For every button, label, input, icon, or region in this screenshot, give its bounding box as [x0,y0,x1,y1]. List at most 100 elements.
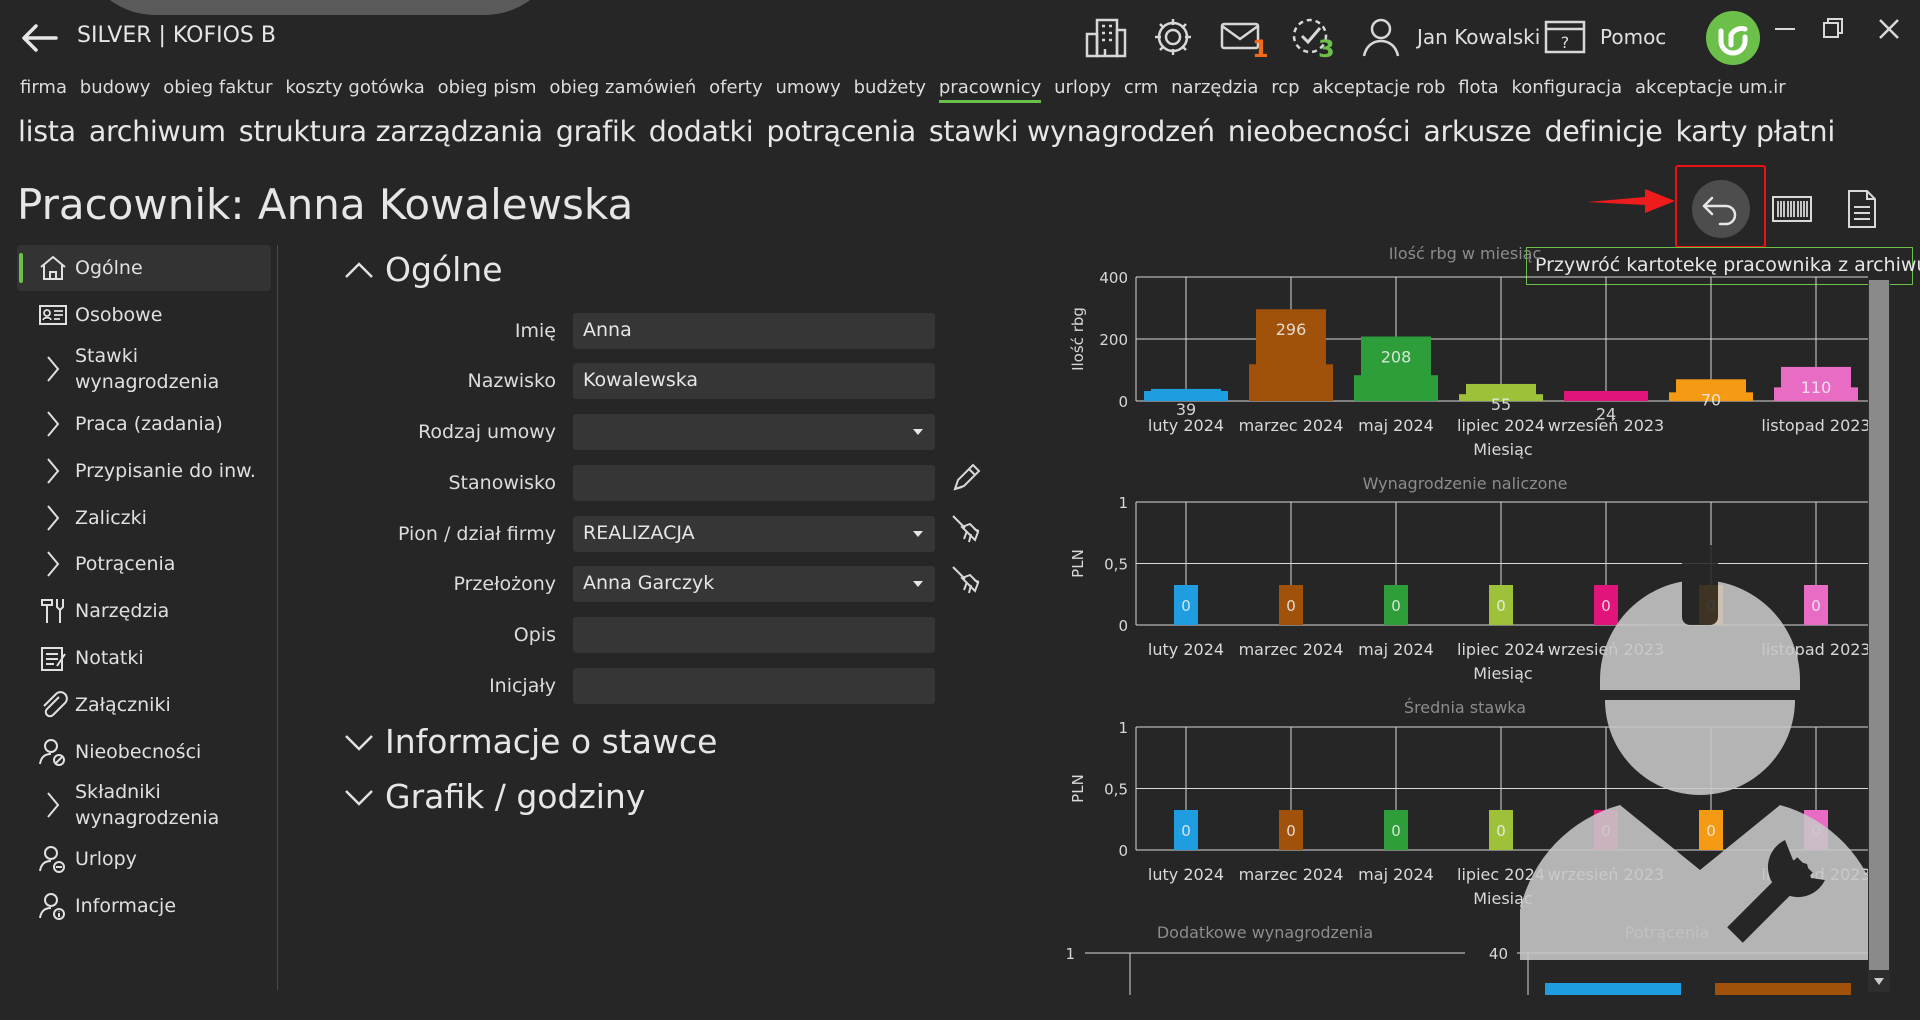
sidebar-item[interactable]: Stawki wynagrodzenia [17,341,271,397]
sub-menu-item[interactable]: arkusze [1423,115,1531,148]
restore-from-archive-button[interactable] [1692,180,1750,238]
sub-menu-item[interactable]: stawki wynagrodzeń [929,115,1215,148]
sidebar-item[interactable]: Nieobecności [17,731,271,773]
chart-bar [1715,983,1851,995]
dropdown-caret-icon [913,429,923,435]
sub-menu-item[interactable]: lista [18,115,76,148]
sidebar-item[interactable]: Zaliczki [17,497,271,539]
y-tick-label: 400 [1099,269,1128,287]
sub-menu-item[interactable]: potrącenia [766,115,916,148]
sidebar-item[interactable]: Urlopy [17,838,271,880]
main-menu-item[interactable]: koszty gotówka [285,77,424,103]
main-menu-item[interactable]: crm [1124,77,1159,103]
gear-icon[interactable] [1150,14,1196,60]
clear-broom-icon-2[interactable] [949,563,983,597]
main-menu-item[interactable]: rcp [1271,77,1299,103]
chart-title: Wynagrodzenie naliczone [1363,474,1568,493]
charts-scrollbar[interactable] [1868,280,1890,992]
help-icon[interactable]: ? [1542,14,1588,60]
user-icon[interactable] [1358,14,1404,60]
chart-title: Potrącenia [1625,923,1710,942]
main-menu-item[interactable]: budowy [80,77,151,103]
sub-menu-item[interactable]: dodatki [649,115,754,148]
sub-menu-item[interactable]: grafik [556,115,636,148]
sidebar-item-label: Urlopy [75,848,137,870]
main-menu-item[interactable]: obieg zamówień [549,77,696,103]
sidebar-item[interactable]: Osobowe [17,294,271,336]
sub-menu-item[interactable]: karty płatni [1675,115,1835,148]
main-menu-item[interactable]: narzędzia [1171,77,1258,103]
close-icon[interactable] [1874,14,1904,44]
field-label: Imię [514,320,556,342]
edit-pencil-icon[interactable] [949,461,983,495]
contract-type-select[interactable] [573,414,935,450]
sidebar-item[interactable]: Potrącenia [17,543,271,585]
section-schedule-header[interactable]: Grafik / godziny [343,777,645,816]
main-menu-item[interactable]: budżety [854,77,927,103]
sidebar-item[interactable]: Składniki wynagrodzenia [17,777,271,833]
sidebar-item[interactable]: Ogólne [17,245,271,291]
buildings-icon[interactable] [1083,14,1129,60]
y-tick-label: 1 [1118,494,1128,512]
sub-menu-item[interactable]: archiwum [89,115,226,148]
main-menu-item[interactable]: konfiguracja [1511,77,1622,103]
sidebar-item[interactable]: Notatki [17,637,271,679]
y-tick-label: 40 [1489,945,1508,963]
sidebar-item[interactable]: Informacje [17,885,271,927]
back-arrow-icon[interactable] [20,20,60,56]
chart-title: Dodatkowe wynagrodzenia [1157,923,1373,942]
last-name-field[interactable]: Kowalewska [573,363,935,399]
main-menu-item[interactable]: akceptacje rob [1312,77,1445,103]
initials-field[interactable] [573,668,935,704]
clear-broom-icon[interactable] [949,512,983,546]
chevron-right-icon [47,356,60,382]
sub-menu-item[interactable]: nieobecności [1228,115,1411,148]
supervisor-select[interactable]: Anna Garczyk [573,566,935,602]
user-name[interactable]: Jan Kowalski [1417,25,1540,49]
dropdown-caret-icon [913,581,923,587]
main-menu-item[interactable]: akceptacje um.ir [1635,77,1786,103]
main-menu-item[interactable]: urlopy [1054,77,1111,103]
main-menu-item[interactable]: obieg faktur [163,77,272,103]
field-label: Opis [513,624,556,646]
field-label: Pion / dział firmy [397,523,556,545]
chevron-down-icon [345,734,373,751]
barcode-icon[interactable] [1770,187,1814,231]
data-label: 0 [1181,822,1191,840]
document-icon[interactable] [1840,187,1884,231]
first-name-field[interactable]: Anna [573,313,935,349]
y-axis-label: PLN [1069,774,1087,803]
main-menu-item[interactable]: oferty [709,77,763,103]
minimize-icon[interactable] [1770,14,1800,44]
main-menu-item[interactable]: umowy [775,77,840,103]
description-field[interactable] [573,617,935,653]
x-tick-label: maj 2024 [1358,865,1434,884]
help-label[interactable]: Pomoc [1600,25,1666,49]
x-tick-label: wrzesień 2023 [1548,416,1664,435]
sidebar-item[interactable]: Załączniki [17,684,271,726]
restore-window-icon[interactable] [1818,14,1848,44]
position-field[interactable] [573,465,935,501]
section-general-header[interactable]: Ogólne [343,250,503,289]
section-rate-header[interactable]: Informacje o stawce [343,722,717,761]
sidebar-item[interactable]: Przypisanie do inw. [17,450,271,492]
data-label: 0 [1496,822,1506,840]
section-schedule-title: Grafik / godziny [385,777,646,816]
undo-arrow-icon [1702,196,1737,226]
field-label: Przełożony [453,573,556,595]
data-label: 55 [1491,395,1511,414]
sidebar-item-label: Osobowe [75,304,163,326]
main-menu-item[interactable]: obieg pism [438,77,537,103]
sub-menu-item[interactable]: struktura zarządzania [239,115,543,148]
sidebar-item[interactable]: Narzędzia [17,590,271,632]
department-select[interactable]: REALIZACJA [573,516,935,552]
main-menu-item[interactable]: flota [1458,77,1498,103]
sub-menu-item[interactable]: definicje [1544,115,1662,148]
data-label: 0 [1496,597,1506,615]
red-annotation-arrow [1587,189,1675,213]
sidebar-item[interactable]: Praca (zadania) [17,403,271,445]
main-menu-item[interactable]: firma [20,77,67,103]
title-bar: SILVER | KOFIOS B 1 3 Jan Kowalski ? Pom… [0,0,1920,75]
chevron-up-icon [345,261,373,278]
main-menu-item[interactable]: pracownicy [938,77,1042,103]
